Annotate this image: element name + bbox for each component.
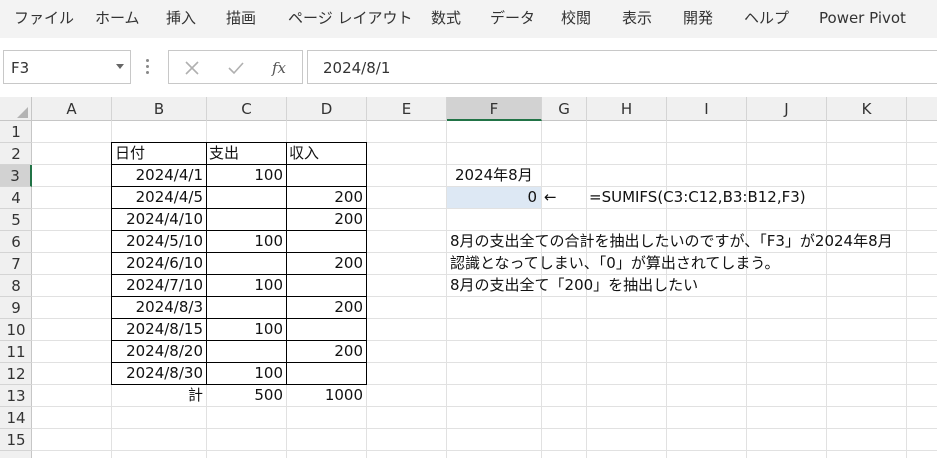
row-headers: 1 2 3 4 5 6 7 8 9 10 11 12 13 14 15	[0, 121, 32, 458]
column-header-g[interactable]: G	[542, 97, 587, 121]
cell-c10[interactable]: 100	[207, 319, 283, 339]
column-header-h[interactable]: H	[587, 97, 667, 121]
arrow-left-icon: ←	[544, 188, 557, 206]
cell-f6[interactable]: 8月の支出全ての合計を抽出したいのですが、「F3」が2024年8月	[450, 231, 893, 251]
column-header-c[interactable]: C	[207, 97, 287, 121]
tab-view[interactable]: 表示	[622, 8, 652, 28]
cancel-icon[interactable]	[181, 57, 203, 79]
column-header-k[interactable]: K	[827, 97, 907, 121]
cell-f8[interactable]: 8月の支出全て「200」を抽出したい	[450, 275, 698, 295]
cell-h4[interactable]: =SUMIFS(C3:C12,B3:B12,F3)	[589, 187, 806, 207]
cell-b3[interactable]: 2024/4/1	[112, 165, 203, 185]
row-header-7[interactable]: 7	[0, 253, 32, 275]
row-header-8[interactable]: 8	[0, 275, 32, 297]
formula-bar: F3 fx 2024/8/1	[0, 46, 937, 90]
cell-d9[interactable]: 200	[287, 297, 363, 317]
cell-f7[interactable]: 認識となってしまい、「0」が算出されてしまう。	[450, 253, 780, 273]
tab-review[interactable]: 校閲	[561, 8, 591, 28]
select-all-icon	[17, 107, 28, 118]
column-header-f[interactable]: F	[447, 97, 542, 121]
svg-text:fx: fx	[271, 59, 287, 77]
row-header-3[interactable]: 3	[0, 165, 32, 187]
row-header-12[interactable]: 12	[0, 363, 32, 385]
cell-b12[interactable]: 2024/8/30	[112, 363, 203, 383]
cell-d5[interactable]: 200	[287, 209, 363, 229]
table-border	[366, 142, 367, 385]
cell-f3[interactable]: 2024年8月	[455, 165, 533, 185]
tab-insert[interactable]: 挿入	[166, 8, 196, 28]
drag-handle-icon[interactable]	[146, 59, 150, 75]
row-header-13[interactable]: 13	[0, 385, 32, 407]
cell-b4[interactable]: 2024/4/5	[112, 187, 203, 207]
gridline	[906, 121, 907, 458]
cell-f4[interactable]: 0	[447, 187, 537, 207]
gridline	[746, 121, 747, 458]
row-header-10[interactable]: 10	[0, 319, 32, 341]
cell-b13[interactable]: 計	[112, 385, 203, 405]
worksheet-grid[interactable]: 日付 支出 収入 2024/4/1 100 2024/4/5 200 2024/…	[32, 121, 937, 458]
cell-c12[interactable]: 100	[207, 363, 283, 383]
select-all-button[interactable]	[0, 97, 32, 121]
column-header-j[interactable]: J	[747, 97, 827, 121]
chevron-down-icon[interactable]	[116, 64, 124, 69]
row-header-4[interactable]: 4	[0, 187, 32, 209]
cell-b5[interactable]: 2024/4/10	[112, 209, 203, 229]
cell-c2[interactable]: 支出	[209, 143, 239, 163]
cell-b8[interactable]: 2024/7/10	[112, 275, 203, 295]
row-header-9[interactable]: 9	[0, 297, 32, 319]
tab-page-layout[interactable]: ページ レイアウト	[288, 8, 412, 28]
cell-b2[interactable]: 日付	[115, 143, 145, 163]
cell-c6[interactable]: 100	[207, 231, 283, 251]
column-header-b[interactable]: B	[112, 97, 207, 121]
tab-help[interactable]: ヘルプ	[744, 8, 789, 28]
gridline	[446, 121, 447, 458]
cell-c3[interactable]: 100	[207, 165, 283, 185]
column-header-e[interactable]: E	[367, 97, 447, 121]
row-header-1[interactable]: 1	[0, 121, 32, 143]
tab-developer[interactable]: 開発	[683, 8, 713, 28]
cell-d7[interactable]: 200	[287, 253, 363, 273]
name-box-value: F3	[11, 59, 30, 77]
row-header-14[interactable]: 14	[0, 407, 32, 429]
row-header-5[interactable]: 5	[0, 209, 32, 231]
cell-d4[interactable]: 200	[287, 187, 363, 207]
column-header-d[interactable]: D	[287, 97, 367, 121]
name-box[interactable]: F3	[3, 50, 131, 84]
fx-icon[interactable]: fx	[269, 57, 291, 79]
column-header-a[interactable]: A	[32, 97, 112, 121]
cell-b9[interactable]: 2024/8/3	[112, 297, 203, 317]
gridline	[32, 406, 937, 407]
row-header-2[interactable]: 2	[0, 143, 32, 165]
cell-c13[interactable]: 500	[207, 385, 283, 405]
column-header-i[interactable]: I	[667, 97, 747, 121]
tab-file[interactable]: ファイル	[14, 8, 74, 28]
cell-b7[interactable]: 2024/6/10	[112, 253, 203, 273]
tab-draw[interactable]: 描画	[226, 8, 256, 28]
gridline	[32, 450, 937, 451]
row-header-11[interactable]: 11	[0, 341, 32, 363]
tab-data[interactable]: データ	[490, 8, 535, 28]
formula-input[interactable]: 2024/8/1	[307, 50, 937, 84]
column-headers: A B C D E F G H I J K	[0, 97, 937, 121]
cell-c8[interactable]: 100	[207, 275, 283, 295]
row-header-6[interactable]: 6	[0, 231, 32, 253]
cell-d13[interactable]: 1000	[287, 385, 363, 405]
row-header-15[interactable]: 15	[0, 429, 32, 451]
check-icon[interactable]	[225, 57, 247, 79]
gridline	[32, 428, 937, 429]
tab-home[interactable]: ホーム	[95, 8, 140, 28]
tab-power-pivot[interactable]: Power Pivot	[819, 8, 906, 28]
cell-b6[interactable]: 2024/5/10	[112, 231, 203, 251]
cell-d11[interactable]: 200	[287, 341, 363, 361]
tab-formulas[interactable]: 数式	[431, 8, 461, 28]
cell-d2[interactable]: 収入	[289, 143, 319, 163]
cell-b10[interactable]: 2024/8/15	[112, 319, 203, 339]
formula-buttons: fx	[168, 50, 303, 84]
gridline	[826, 121, 827, 458]
ribbon-tab-bar: ファイル ホーム 挿入 描画 ページ レイアウト 数式 データ 校閲 表示 開発…	[0, 0, 937, 38]
formula-value: 2024/8/1	[323, 59, 391, 77]
cell-b11[interactable]: 2024/8/20	[112, 341, 203, 361]
